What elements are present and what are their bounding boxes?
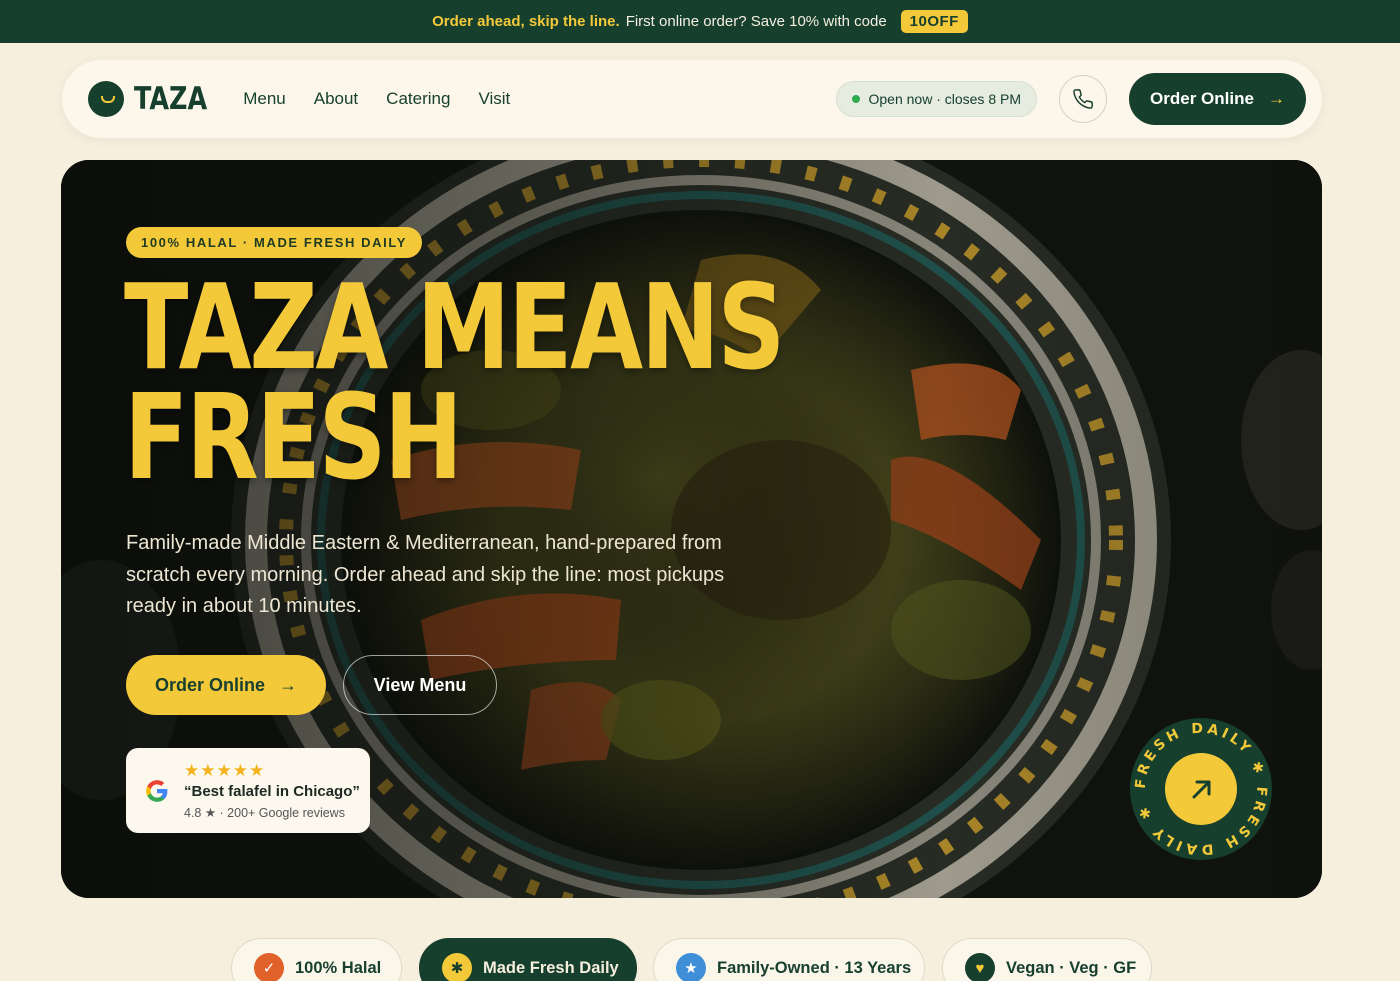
feature-label: Made Fresh Daily: [483, 959, 619, 977]
nav-link-visit[interactable]: Visit: [478, 89, 510, 109]
google-g-icon: [146, 779, 168, 802]
nav-link-menu[interactable]: Menu: [243, 89, 286, 109]
hero-order-label: Order Online: [154, 674, 266, 695]
feature-label: Vegan · Veg · GF: [1006, 959, 1137, 977]
nav-order-online-button[interactable]: Order Online →: [1129, 73, 1306, 125]
logo-mark-icon: [88, 81, 124, 117]
open-status-pill: Open now · closes 8 PM: [836, 81, 1037, 117]
star-icon: ★: [676, 953, 706, 981]
nav-order-label: Order Online: [1150, 89, 1254, 108]
view-menu-button[interactable]: View Menu: [343, 655, 497, 715]
nav-link-catering[interactable]: Catering: [386, 89, 450, 109]
review-content: ★★★★★ “Best falafel in Chicago” 4.8 ★ · …: [184, 760, 360, 820]
headline-line-1: TAZA MEANS: [124, 258, 785, 396]
announcement-bar: Order ahead, skip the line. First online…: [0, 0, 1400, 43]
review-meta: 4.8 ★ · 200+ Google reviews: [184, 805, 345, 820]
google-review-card[interactable]: ★★★★★ “Best falafel in Chicago” 4.8 ★ · …: [126, 748, 370, 833]
hero-headline: TAZA MEANS FRESH: [124, 258, 785, 506]
brand-name: TAZA: [134, 81, 208, 117]
promo-code-badge: 10OFF: [900, 10, 968, 33]
fresh-daily-stamp[interactable]: FRESH DAILY ✱ FRESH DAILY ✱: [1129, 717, 1273, 861]
nav-link-about[interactable]: About: [314, 89, 358, 109]
headline-line-2: FRESH: [124, 368, 463, 506]
hero-badge: 100% HALAL · MADE FRESH DAILY: [126, 227, 422, 258]
feature-pill-vegan: ♥ Vegan · Veg · GF: [942, 938, 1152, 981]
feature-pill-halal: ✓ 100% Halal: [231, 938, 402, 981]
status-dot-icon: [852, 95, 861, 103]
announcement-highlight: Order ahead, skip the line.: [432, 13, 620, 30]
phone-icon: [1073, 89, 1093, 109]
review-quote: “Best falafel in Chicago”: [184, 782, 360, 800]
open-status-text: Open now · closes 8 PM: [868, 91, 1021, 107]
announcement-text: First online order? Save 10% with code: [625, 13, 887, 30]
check-icon: ✓: [254, 953, 284, 981]
arrow-right-icon: →: [279, 674, 298, 695]
hero-order-online-button[interactable]: Order Online →: [126, 655, 326, 715]
hero-subtext: Family-made Middle Eastern & Mediterrane…: [126, 532, 725, 617]
nav-links: Menu About Catering Visit: [243, 89, 510, 109]
feature-pill-family: ★ Family-Owned · 13 Years: [653, 938, 925, 981]
main-nav: TAZA Menu About Catering Visit Open now …: [62, 60, 1322, 138]
arrow-right-icon: →: [1267, 89, 1285, 108]
logo[interactable]: TAZA: [88, 81, 223, 117]
heart-icon: ♥: [965, 953, 995, 981]
feature-label: Family-Owned · 13 Years: [717, 959, 912, 977]
feature-label: 100% Halal: [295, 959, 382, 977]
hero-section: 100% HALAL · MADE FRESH DAILY TAZA MEANS…: [61, 160, 1322, 898]
feature-pill-fresh: ✱ Made Fresh Daily: [419, 938, 637, 981]
sparkle-icon: ✱: [442, 953, 472, 981]
review-stars: ★★★★★: [184, 760, 266, 780]
phone-button[interactable]: [1059, 75, 1107, 123]
